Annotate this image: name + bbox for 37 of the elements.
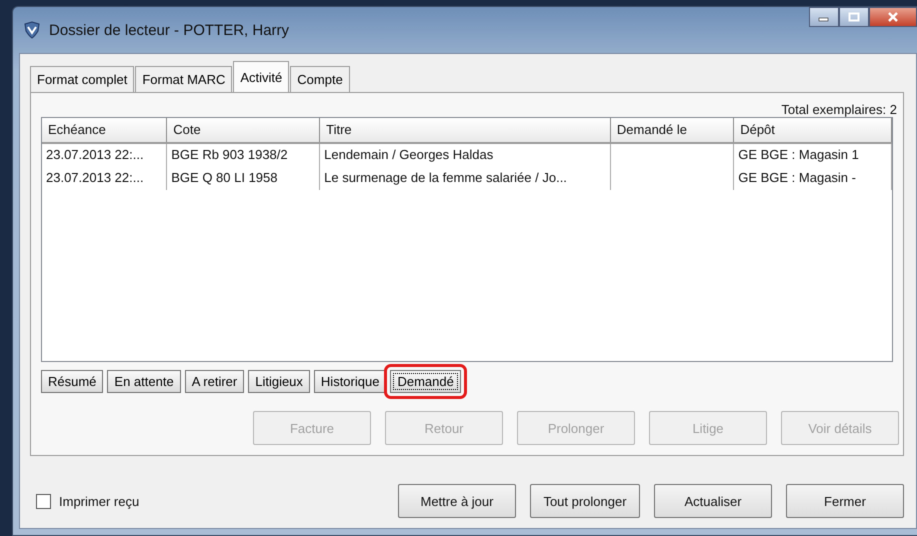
table-cell: BGE Q 80 LI 1958: [171, 170, 278, 185]
tab[interactable]: Format MARC: [135, 66, 232, 92]
minimize-button[interactable]: [809, 7, 839, 27]
column-header[interactable]: Dépôt: [734, 118, 892, 142]
table-cell: BGE Rb 903 1938/2: [171, 147, 288, 162]
column-header[interactable]: Titre: [320, 118, 611, 142]
window-title: Dossier de lecteur - POTTER, Harry: [49, 22, 290, 38]
dialog-button[interactable]: Actualiser: [654, 484, 772, 518]
column-header[interactable]: Echéance: [42, 118, 168, 142]
tab[interactable]: Format complet: [30, 66, 134, 92]
subtab[interactable]: Litigieux: [248, 370, 310, 393]
table-cell: 23.07.2013 22:...: [46, 147, 144, 162]
dialog-button[interactable]: Mettre à jour: [398, 484, 516, 518]
subtab[interactable]: Historique: [314, 370, 386, 393]
tab[interactable]: Activité: [233, 61, 290, 92]
checkbox-label: Imprimer reçu: [59, 494, 140, 508]
subtab[interactable]: En attente: [107, 370, 181, 393]
dialog-button[interactable]: Tout prolonger: [530, 484, 640, 518]
column-header[interactable]: Cote: [167, 118, 320, 142]
table-cell: 23.07.2013 22:...: [46, 170, 144, 185]
table-cell: Le surmenage de la femme salariée / Jo...: [324, 170, 567, 185]
subtab[interactable]: Résumé: [41, 370, 104, 393]
column-header[interactable]: Demandé le: [610, 118, 734, 142]
maximize-button[interactable]: [839, 7, 869, 27]
tab[interactable]: Compte: [290, 66, 350, 92]
maximize-icon: [848, 12, 860, 22]
close-button[interactable]: [869, 7, 917, 27]
subtab[interactable]: A retirer: [184, 370, 244, 393]
table-cell: GE BGE : Magasin -: [738, 170, 856, 185]
table-cell: Lendemain / Georges Haldas: [324, 147, 494, 162]
total-count: Total exemplaires: 2: [781, 102, 897, 117]
close-icon: [887, 12, 899, 22]
dialog-button[interactable]: Fermer: [786, 484, 904, 518]
shield-icon: [23, 21, 41, 39]
table-cell: GE BGE : Magasin 1: [738, 147, 859, 162]
checkbox[interactable]: [36, 494, 51, 508]
subtab[interactable]: Demandé: [390, 370, 461, 393]
